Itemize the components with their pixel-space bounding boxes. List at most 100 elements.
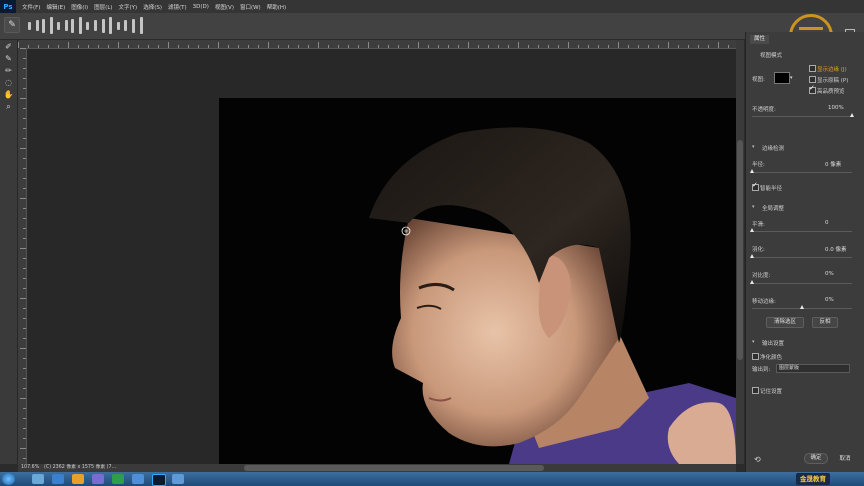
menu-filter[interactable]: 滤镜(T) [168, 3, 187, 11]
decontaminate-checkbox[interactable] [752, 353, 759, 360]
vertical-scrollbar-thumb[interactable] [737, 140, 743, 360]
cancel-button[interactable]: 取消 [834, 455, 856, 464]
ruler-tick [23, 138, 26, 139]
options-strip-mark [140, 17, 143, 34]
radius-slider-knob[interactable] [750, 169, 754, 173]
ruler-tick [328, 45, 329, 48]
ruler-horizontal [18, 40, 736, 49]
chevron-down-icon[interactable]: ▾ [752, 144, 755, 150]
ok-button[interactable]: 确定 [804, 453, 828, 464]
opacity-value[interactable]: 100% [828, 105, 844, 111]
high-quality-checkbox[interactable] [809, 84, 816, 94]
smart-radius-label: 智能半径 [760, 186, 783, 192]
chevron-down-icon[interactable]: ▾ [752, 339, 755, 345]
contrast-slider[interactable] [752, 283, 852, 284]
feather-slider[interactable] [752, 257, 852, 258]
output-to-label: 输出到: [752, 367, 771, 373]
ruler-tick [358, 45, 359, 48]
options-strip[interactable] [24, 16, 152, 35]
ruler-tick [23, 178, 26, 179]
menu-bar: Ps 文件(F) 编辑(E) 图像(I) 图层(L) 文字(Y) 选择(S) 滤… [0, 0, 864, 13]
feather-slider-knob[interactable] [750, 254, 754, 258]
view-thumbnail[interactable] [774, 72, 790, 84]
refine-radius-brush-icon[interactable]: ✎ [4, 17, 20, 33]
brand-watermark: 金晟教育 [796, 473, 830, 485]
folder-icon[interactable] [72, 474, 84, 484]
menu-edit[interactable]: 编辑(E) [46, 3, 65, 11]
vertical-scrollbar[interactable] [736, 40, 744, 464]
ruler-tick [58, 45, 59, 48]
ruler-tick [20, 348, 26, 349]
app-icon[interactable] [112, 474, 124, 484]
menu-3d[interactable]: 3D(D) [193, 4, 209, 10]
ruler-tick [198, 45, 199, 48]
ruler-tick [23, 428, 26, 429]
ruler-tick [588, 45, 589, 48]
menu-layer[interactable]: 图层(L) [94, 3, 112, 11]
erase-refinements-icon[interactable]: ✏ [3, 66, 14, 76]
properties-tab[interactable]: 属性 [750, 35, 770, 44]
document-image[interactable] [219, 98, 736, 464]
horizontal-scrollbar-thumb[interactable] [244, 465, 544, 471]
media-icon[interactable] [92, 474, 104, 484]
contrast-value[interactable]: 0% [825, 271, 834, 277]
ruler-tick [23, 288, 26, 289]
quick-selection-icon[interactable]: ✐ [3, 42, 14, 52]
chevron-down-icon[interactable]: ▾ [790, 75, 793, 81]
ruler-tick [28, 45, 29, 48]
smooth-slider[interactable] [752, 231, 852, 232]
show-original-checkbox[interactable] [809, 76, 816, 83]
reset-icon[interactable]: ⟲ [754, 455, 761, 464]
ruler-tick [20, 98, 26, 99]
ruler-tick [628, 45, 629, 48]
opacity-slider[interactable] [752, 116, 852, 117]
shift-edge-label: 移动边缘: [752, 299, 776, 305]
radius-slider[interactable] [752, 172, 852, 173]
opacity-slider-knob[interactable] [850, 113, 854, 117]
menu-image[interactable]: 图像(I) [71, 3, 88, 11]
explorer-icon[interactable] [32, 474, 44, 484]
ruler-tick [478, 45, 479, 48]
smooth-label: 平滑: [752, 222, 765, 228]
photoshop-task-icon[interactable] [152, 474, 166, 486]
chevron-down-icon[interactable]: ▾ [752, 204, 755, 210]
menu-help[interactable]: 帮助(H) [267, 3, 286, 11]
menu-select[interactable]: 选择(S) [143, 3, 162, 11]
clear-selection-button[interactable]: 清除选区 [766, 317, 804, 328]
smooth-slider-knob[interactable] [750, 228, 754, 232]
browser-icon[interactable] [52, 474, 64, 484]
remember-settings-checkbox[interactable] [752, 387, 759, 394]
decontaminate-label: 净化颜色 [760, 355, 783, 361]
smooth-value[interactable]: 0 [825, 220, 829, 226]
options-strip-mark [102, 18, 105, 33]
document-size[interactable]: (C) 2362 像素 x 1575 像素 (7... [44, 464, 116, 472]
zoom-level[interactable]: 107.6% [21, 464, 39, 472]
shift-edge-slider-knob[interactable] [800, 305, 804, 309]
app-icon[interactable] [132, 474, 144, 484]
invert-button[interactable]: 反相 [812, 317, 838, 328]
ruler-tick [68, 42, 69, 48]
start-button-icon[interactable] [2, 473, 15, 485]
remember-settings-label: 记住设置 [760, 389, 783, 395]
ruler-tick [518, 42, 519, 48]
menu-file[interactable]: 文件(F) [22, 3, 40, 11]
menu-type[interactable]: 文字(Y) [119, 3, 138, 11]
ruler-tick [20, 298, 26, 299]
ruler-tick [238, 45, 239, 48]
canvas-area[interactable] [27, 49, 736, 464]
radius-value[interactable]: 0 像素 [825, 160, 841, 168]
output-to-dropdown[interactable]: 图层蒙版 [776, 364, 850, 373]
zoom-icon[interactable]: ⌕ [3, 102, 14, 112]
app-icon[interactable] [172, 474, 184, 484]
feather-value[interactable]: 0.0 像素 [825, 245, 847, 253]
menu-window[interactable]: 窗口(W) [240, 3, 261, 11]
contrast-slider-knob[interactable] [750, 280, 754, 284]
ruler-tick [78, 45, 79, 48]
smart-radius-checkbox[interactable] [752, 181, 759, 191]
refine-radius-icon[interactable]: ✎ [3, 54, 14, 64]
show-edge-checkbox[interactable] [809, 65, 816, 72]
menu-view[interactable]: 视图(V) [215, 3, 234, 11]
lasso-icon[interactable]: ◌ [3, 78, 14, 88]
shift-edge-value[interactable]: 0% [825, 297, 834, 303]
hand-icon[interactable]: ✋ [3, 90, 14, 100]
